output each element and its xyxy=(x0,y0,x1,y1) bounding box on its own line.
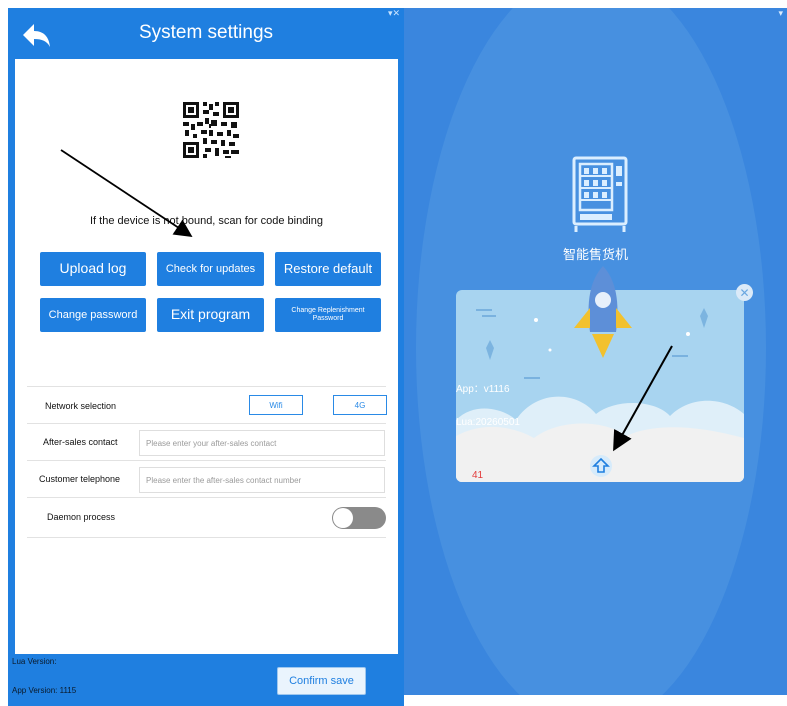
toggle-knob xyxy=(333,508,353,528)
daemon-process-label: Daemon process xyxy=(47,512,116,522)
network-selection-row: Network selection Wifi 4G xyxy=(27,386,387,424)
lua-version-text: Lua:20260501 xyxy=(456,417,520,428)
after-sales-contact-input[interactable]: Please enter your after-sales contact xyxy=(139,430,385,456)
app-name-label: 智能售货机 xyxy=(562,247,628,262)
wifi-status-icon: ▾✕ xyxy=(387,8,400,18)
check-updates-button[interactable]: Check for updates xyxy=(157,252,264,286)
update-screen-panel: ▾ 智能售货机 App：v1116 Lua:20260501 41 ✕ xyxy=(404,8,787,706)
system-settings-panel: System settings ▾✕ If the device is not … xyxy=(8,8,404,706)
header: System settings ▾✕ xyxy=(8,8,404,56)
wifi-option-button[interactable]: Wifi xyxy=(249,395,303,415)
exit-program-button[interactable]: Exit program xyxy=(157,298,264,332)
bind-instruction-text: If the device is not bound, scan for cod… xyxy=(90,215,323,227)
rocket-icon xyxy=(574,266,632,358)
upload-log-button[interactable]: Upload log xyxy=(40,252,146,286)
vending-machine-icon xyxy=(572,156,628,232)
upgrade-arrow-icon[interactable] xyxy=(590,455,612,477)
change-password-button[interactable]: Change password xyxy=(40,298,146,332)
bottom-bar xyxy=(404,695,787,706)
qr-code-icon xyxy=(181,100,241,160)
network-selection-label: Network selection xyxy=(45,401,117,411)
4g-option-button[interactable]: 4G xyxy=(333,395,387,415)
count-text: 41 xyxy=(472,470,484,481)
settings-card: If the device is not bound, scan for cod… xyxy=(15,59,398,654)
app-version-text: App：v1116 xyxy=(456,384,510,395)
page-title: System settings xyxy=(138,22,274,43)
app-version-text: App Version: 1115 xyxy=(12,686,77,695)
daemon-process-row: Daemon process xyxy=(27,498,386,538)
customer-telephone-row: Customer telephone Please enter the afte… xyxy=(27,461,386,498)
customer-telephone-label: Customer telephone xyxy=(39,474,121,484)
close-icon[interactable]: ✕ xyxy=(736,284,753,301)
after-sales-contact-row: After-sales contact Please enter your af… xyxy=(27,424,386,461)
after-sales-contact-label: After-sales contact xyxy=(43,437,118,447)
customer-telephone-input[interactable]: Please enter the after-sales contact num… xyxy=(139,467,385,493)
confirm-save-button[interactable]: Confirm save xyxy=(277,667,366,695)
restore-default-button[interactable]: Restore default xyxy=(275,252,381,286)
wifi-status-icon: ▾ xyxy=(778,8,783,18)
daemon-process-toggle[interactable] xyxy=(332,507,386,529)
lua-version-text: Lua Version: xyxy=(12,657,57,666)
change-replenishment-password-button[interactable]: Change Replenishment Password xyxy=(275,298,381,332)
